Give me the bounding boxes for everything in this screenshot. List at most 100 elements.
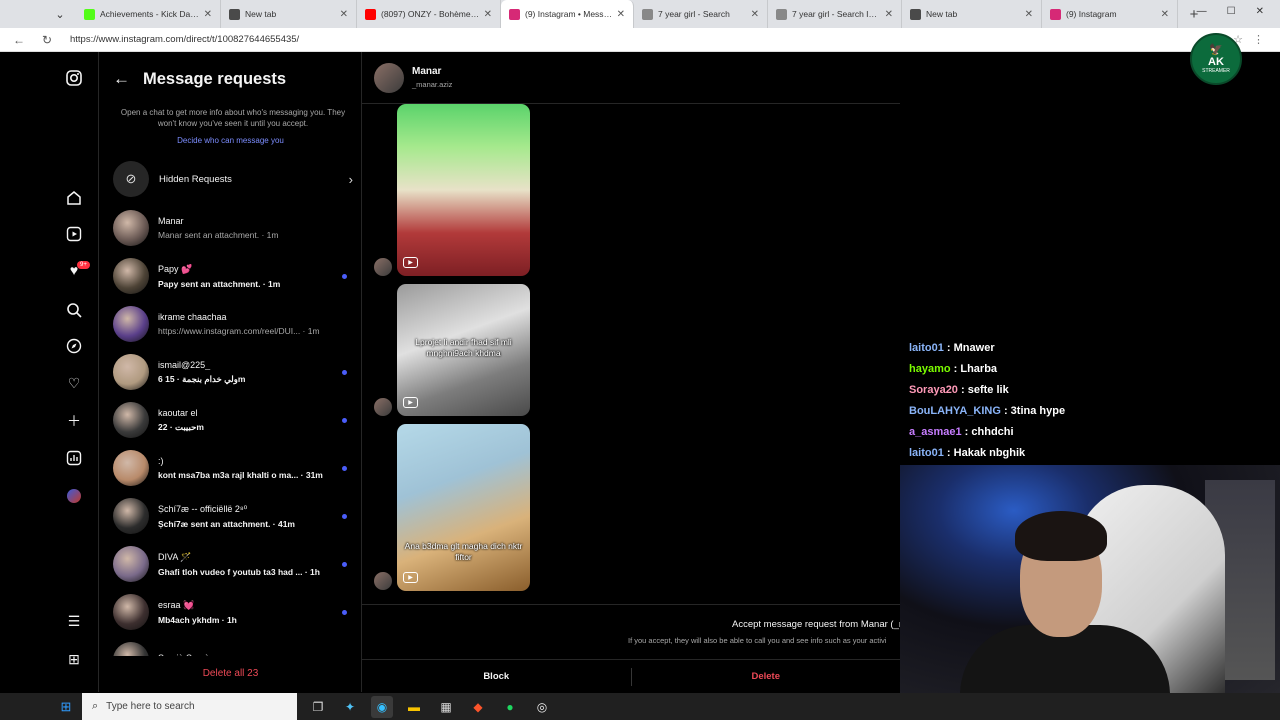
request-preview: https://www.instagram.com/reel/DUI... · … (158, 326, 320, 336)
request-item[interactable]: Ṣchí7æ -- officiëllë 2⁸⁰ Ṣchí7æ sent an a… (99, 492, 362, 540)
browser-tab[interactable]: (9) Instagram • Message ✕ (501, 0, 634, 28)
tab-close-icon[interactable]: ✕ (885, 9, 893, 20)
tab-close-icon[interactable]: ✕ (1161, 9, 1169, 20)
create-plus-icon[interactable]: ＋ (64, 411, 84, 431)
conversation-header[interactable]: Manar _manar.aziz (362, 52, 900, 104)
request-item[interactable]: DIVA 🪄 Ghafi tloh vudeo f youtub ta3 had … (99, 540, 362, 588)
home-icon[interactable] (64, 188, 84, 208)
request-preview: Ṣchí7æ sent an attachment. · 41m (158, 518, 295, 529)
unread-dot (342, 514, 347, 519)
browser-tab[interactable]: Achievements - Kick Dashbo ✕ (76, 0, 221, 28)
tab-close-icon[interactable]: ✕ (484, 9, 492, 20)
eye-off-icon: ⊘ (113, 161, 149, 197)
close-window-icon[interactable]: ✕ (1256, 6, 1264, 17)
obs-studio-icon[interactable]: ◎ (531, 696, 553, 718)
instagram-logo-icon[interactable] (64, 68, 84, 88)
hidden-requests-row[interactable]: ⊘ Hidden Requests › (113, 160, 353, 198)
search-icon: ⌕ (92, 700, 99, 712)
decide-who-can-message-link[interactable]: Decide who can message you (99, 136, 362, 145)
avatar (113, 402, 149, 438)
avatar (113, 210, 149, 246)
store-icon[interactable]: ▦ (435, 696, 457, 718)
request-item[interactable]: ismail@225_ 6 ولي خدام بنجمة · 15m (99, 348, 362, 396)
maximize-icon[interactable]: ☐ (1227, 6, 1236, 17)
chat-username: hayamo (909, 363, 951, 375)
search-icon[interactable] (64, 300, 84, 320)
tab-favicon-icon (509, 8, 520, 20)
unread-dot (342, 562, 347, 567)
tab-title: 7 year girl - Search Images (792, 9, 881, 19)
tab-title: New tab (245, 9, 277, 19)
tab-close-icon[interactable]: ✕ (340, 9, 348, 20)
chat-separator: : (1000, 405, 1011, 417)
tab-close-icon[interactable]: ✕ (204, 9, 212, 20)
taskbar-search[interactable]: ⌕ Type here to search (82, 693, 297, 720)
request-name: Şomià Şomà (158, 653, 338, 656)
request-item[interactable]: ikrame chaachaa https://www.instagram.com… (99, 300, 362, 348)
reel-play-icon: ▶ (403, 572, 418, 583)
stream-chat-line: hayamo : Lharba (909, 363, 1209, 384)
edge-browser-icon[interactable]: ◉ (371, 695, 393, 718)
delete-all-button[interactable]: Delete all 23 (99, 668, 362, 679)
reel-caption: Ana b3dma glt magha dich nktr fiftor (404, 541, 523, 562)
request-item[interactable]: Papy 💕 Papy sent an attachment. · 1m (99, 252, 362, 300)
page-title: Message requests (143, 69, 287, 88)
explore-icon[interactable] (64, 336, 84, 356)
windows-start-icon[interactable]: ⊞ (56, 699, 76, 715)
reels-icon[interactable] (64, 224, 84, 244)
request-item[interactable]: Şomià Şomà (99, 636, 362, 656)
browser-tab[interactable]: New tab ✕ (221, 0, 357, 28)
reel-attachment[interactable]: Ana b3dma glt magha dich nktr fiftor ▶ (397, 424, 530, 591)
back-icon[interactable]: ← (10, 33, 28, 47)
tab-close-icon[interactable]: ✕ (617, 9, 625, 20)
chat-username: Soraya20 (909, 384, 958, 396)
brave-browser-icon[interactable]: ◆ (467, 696, 489, 718)
avatar (113, 498, 149, 534)
browser-tab[interactable]: (8097) ONZY - Bohème feat ✕ (357, 0, 501, 28)
avatar (113, 306, 149, 342)
unread-dot (342, 274, 347, 279)
request-item[interactable]: :) kont msa7ba m3a rajl khalti o ma... · … (99, 444, 362, 492)
also-from-meta-icon[interactable]: ⊞ (64, 649, 84, 669)
taskbar-apps: ❐ ✦ ◉ ▬ ▦ ◆ ● ◎ (307, 695, 553, 718)
back-arrow-icon[interactable]: ← (113, 69, 133, 89)
tab-close-icon[interactable]: ✕ (1025, 9, 1033, 20)
browser-tab[interactable]: (9) Instagram ✕ (1042, 0, 1178, 28)
url-field[interactable]: https://www.instagram.com/direct/t/10082… (70, 34, 1213, 45)
block-button[interactable]: Block (362, 671, 631, 682)
avatar (113, 450, 149, 486)
tab-search-icon[interactable]: ⌄ (50, 4, 70, 24)
file-explorer-icon[interactable]: ▬ (403, 696, 425, 718)
copilot-icon[interactable]: ✦ (339, 696, 361, 718)
reload-icon[interactable]: ↻ (38, 33, 56, 47)
tab-favicon-icon (229, 8, 240, 20)
hidden-requests-label: Hidden Requests (159, 173, 232, 185)
chat-username: laito01 (909, 447, 944, 459)
reel-attachment[interactable]: Lprojet li andir fhad sif mli mnghni9ach… (397, 284, 530, 416)
sender-avatar (374, 398, 392, 416)
delete-button[interactable]: Delete (632, 671, 901, 682)
profile-avatar-icon[interactable] (64, 486, 84, 506)
hamburger-menu-icon[interactable]: ☰ (64, 611, 84, 631)
dashboard-icon[interactable] (64, 448, 84, 468)
tab-favicon-icon (642, 8, 653, 20)
reel-attachment[interactable]: ▶ (397, 104, 530, 276)
chat-separator: : (943, 342, 954, 354)
request-preview: Manar sent an attachment. · 1m (158, 230, 279, 240)
tab-title: (8097) ONZY - Bohème feat (381, 9, 480, 19)
request-item[interactable]: Manar Manar sent an attachment. · 1m (99, 204, 362, 252)
more-menu-icon[interactable]: ⋮ (1253, 33, 1264, 46)
task-view-icon[interactable]: ❐ (307, 696, 329, 718)
tab-close-icon[interactable]: ✕ (751, 9, 759, 20)
request-item[interactable]: kaoutar el حبيبت · 22m (99, 396, 362, 444)
minimize-icon[interactable]: — (1197, 6, 1207, 17)
chat-separator: : (943, 447, 954, 459)
browser-tab[interactable]: 7 year girl - Search Images ✕ (768, 0, 902, 28)
spotify-icon[interactable]: ● (499, 696, 521, 718)
browser-tab[interactable]: 7 year girl - Search ✕ (634, 0, 768, 28)
request-item[interactable]: esraa 💓 Mb4ach ykhdm · 1h (99, 588, 362, 636)
requests-list: Manar Manar sent an attachment. · 1m Papy … (99, 204, 362, 656)
notifications-heart-icon[interactable]: ♡ (64, 373, 84, 393)
browser-tab[interactable]: New tab ✕ (902, 0, 1042, 28)
chevron-right-icon: › (348, 171, 353, 187)
